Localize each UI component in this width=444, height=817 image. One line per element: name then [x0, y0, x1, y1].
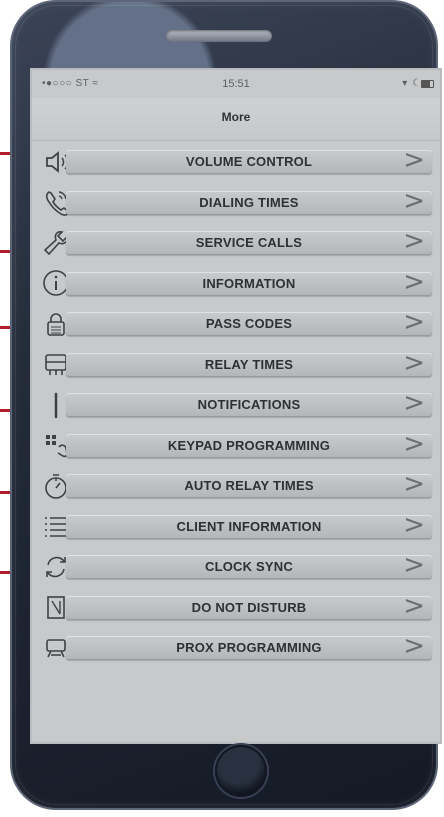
- chevron-right-icon: >: [403, 185, 425, 216]
- menu-button-client-information[interactable]: CLIENT INFORMATION >: [66, 509, 432, 540]
- menu-button-do-not-disturb[interactable]: DO NOT DISTURB >: [66, 590, 432, 621]
- menu-label: NOTIFICATIONS: [197, 397, 301, 412]
- menu-label: RELAY TIMES: [204, 356, 294, 372]
- chevron-right-icon: >: [403, 388, 425, 418]
- menu-item-clock-sync[interactable]: CLOCK SYNC >: [32, 550, 440, 583]
- menu-button-keypad-programming[interactable]: KEYPAD PROGRAMMING >: [66, 428, 432, 459]
- chevron-right-icon: >: [403, 631, 425, 661]
- settings-menu-list: VOLUME CONTROL > DIALING TIMES > SERVICE…: [32, 145, 440, 672]
- menu-button-dialing-times[interactable]: DIALING TIMES >: [66, 185, 432, 216]
- menu-item-dialing-times[interactable]: DIALING TIMES >: [32, 186, 440, 219]
- home-button[interactable]: [215, 745, 267, 797]
- battery-icon: [421, 80, 434, 88]
- menu-label: AUTO RELAY TIMES: [184, 478, 314, 493]
- menu-item-volume-control[interactable]: VOLUME CONTROL >: [32, 145, 440, 178]
- phone-speaker: [166, 30, 272, 42]
- menu-item-service-calls[interactable]: SERVICE CALLS >: [32, 226, 440, 259]
- menu-button-volume-control[interactable]: VOLUME CONTROL >: [66, 145, 432, 175]
- menu-button-service-calls[interactable]: SERVICE CALLS >: [66, 226, 432, 256]
- menu-label: DO NOT DISTURB: [191, 599, 307, 615]
- menu-item-information[interactable]: INFORMATION >: [32, 267, 440, 300]
- phone-frame: •●○○○ ST ≈ 15:51 ▾ ☾ More VOLUME CONTROL…: [10, 0, 440, 810]
- chevron-right-icon: >: [403, 226, 425, 256]
- menu-label: VOLUME CONTROL: [185, 154, 313, 169]
- menu-item-notifications[interactable]: NOTIFICATIONS >: [32, 388, 440, 421]
- screen-title: More: [221, 110, 251, 124]
- menu-item-pass-codes[interactable]: PASS CODES >: [32, 307, 440, 340]
- menu-item-do-not-disturb[interactable]: DO NOT DISTURB >: [32, 591, 440, 624]
- status-icons: ▾ ☾: [402, 78, 422, 89]
- chevron-right-icon: >: [403, 590, 425, 621]
- menu-label: DIALING TIMES: [199, 194, 299, 210]
- chevron-right-icon: >: [403, 266, 425, 297]
- chevron-right-icon: >: [403, 347, 425, 378]
- chevron-right-icon: >: [403, 145, 425, 175]
- menu-label: PROX PROGRAMMING: [176, 640, 322, 655]
- status-time: 15:51: [222, 78, 250, 90]
- menu-label: INFORMATION: [202, 275, 296, 291]
- menu-label: PASS CODES: [205, 316, 293, 331]
- menu-button-information[interactable]: INFORMATION >: [66, 266, 432, 297]
- status-bar: •●○○○ ST ≈ 15:51 ▾ ☾: [32, 70, 440, 98]
- menu-button-prox-programming[interactable]: PROX PROGRAMMING >: [66, 631, 432, 661]
- menu-label: SERVICE CALLS: [195, 235, 303, 250]
- menu-button-notifications[interactable]: NOTIFICATIONS >: [66, 388, 432, 418]
- chevron-right-icon: >: [403, 469, 425, 499]
- menu-item-keypad-programming[interactable]: KEYPAD PROGRAMMING >: [32, 429, 440, 462]
- page: •●○○○ ST ≈ 15:51 ▾ ☾ More VOLUME CONTROL…: [0, 0, 444, 817]
- menu-label: CLOCK SYNC: [205, 559, 293, 574]
- menu-item-auto-relay-times[interactable]: AUTO RELAY TIMES >: [32, 469, 440, 502]
- app-screen: •●○○○ ST ≈ 15:51 ▾ ☾ More VOLUME CONTROL…: [32, 70, 440, 742]
- chevron-right-icon: >: [403, 307, 425, 337]
- menu-item-prox-programming[interactable]: PROX PROGRAMMING >: [32, 631, 440, 664]
- menu-button-pass-codes[interactable]: PASS CODES >: [66, 307, 432, 337]
- menu-button-relay-times[interactable]: RELAY TIMES >: [66, 347, 432, 378]
- chevron-right-icon: >: [403, 550, 425, 580]
- menu-button-clock-sync[interactable]: CLOCK SYNC >: [66, 550, 432, 580]
- menu-item-relay-times[interactable]: RELAY TIMES >: [32, 348, 440, 381]
- menu-button-auto-relay-times[interactable]: AUTO RELAY TIMES >: [66, 469, 432, 499]
- navigation-bar: More: [32, 98, 440, 141]
- menu-item-client-information[interactable]: CLIENT INFORMATION >: [32, 510, 440, 543]
- menu-label: CLIENT INFORMATION: [176, 518, 322, 534]
- chevron-right-icon: >: [403, 509, 425, 540]
- chevron-right-icon: >: [403, 428, 425, 459]
- menu-label: KEYPAD PROGRAMMING: [167, 437, 331, 453]
